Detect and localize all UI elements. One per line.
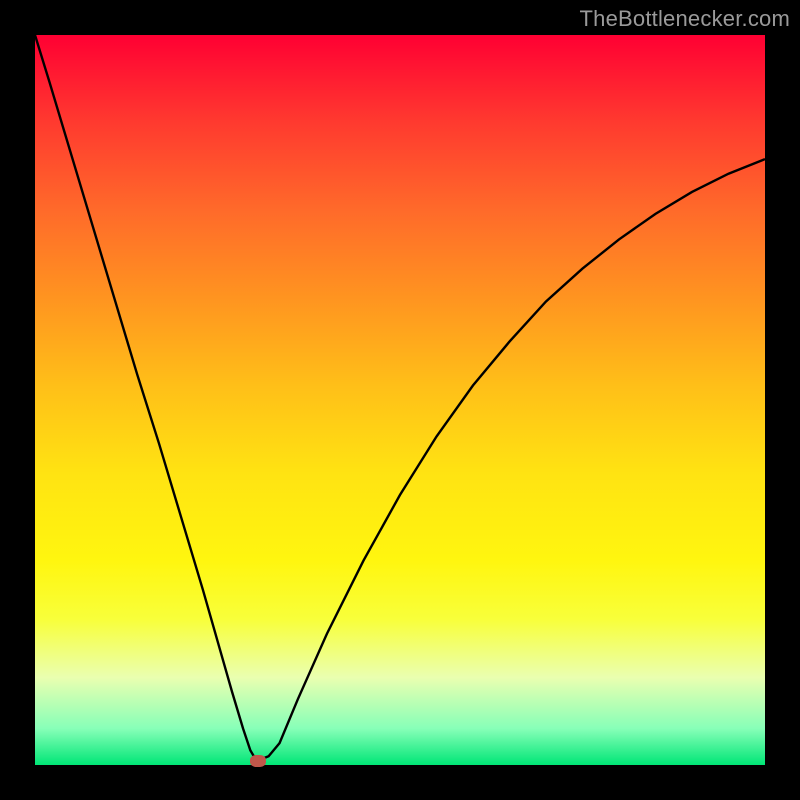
bottleneck-curve (35, 35, 765, 765)
minimum-marker-dot (250, 755, 266, 767)
watermark-label: TheBottlenecker.com (580, 6, 790, 32)
curve-path (35, 35, 765, 759)
chart-frame: TheBottlenecker.com (0, 0, 800, 800)
chart-plot-area (35, 35, 765, 765)
